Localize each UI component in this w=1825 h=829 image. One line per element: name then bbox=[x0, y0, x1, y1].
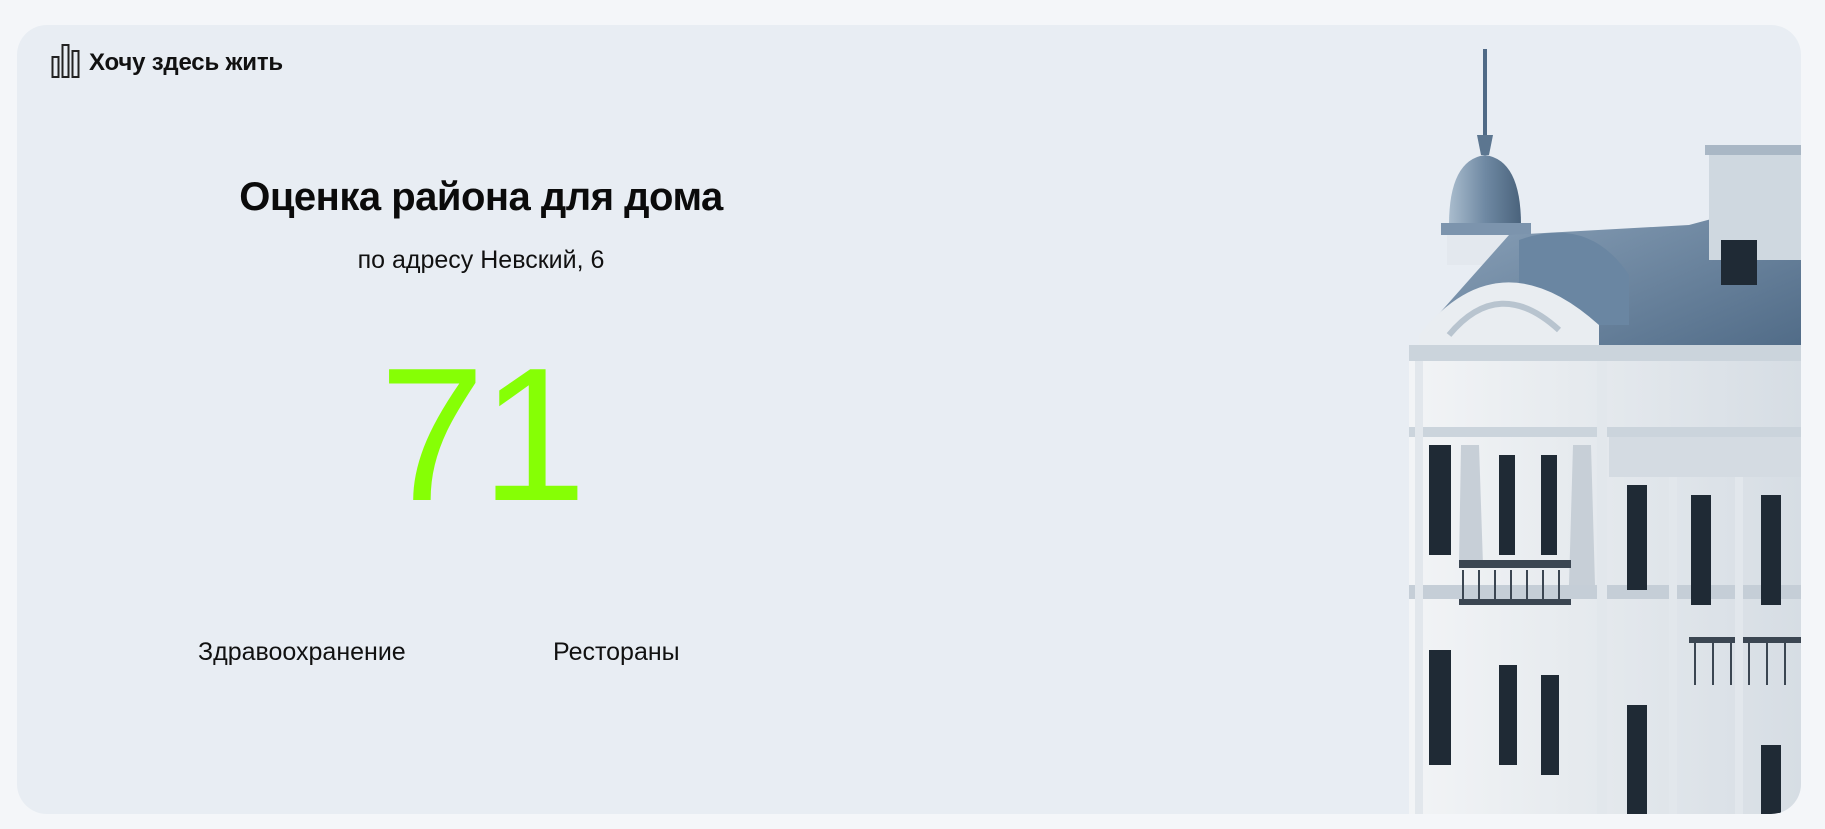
category-healthcare[interactable]: Здравоохранение bbox=[198, 637, 406, 667]
category-restaurants[interactable]: Рестораны bbox=[553, 637, 680, 667]
brand-logo[interactable]: Хочу здесь жить bbox=[51, 43, 283, 79]
building-image bbox=[1389, 25, 1801, 814]
brand-name: Хочу здесь жить bbox=[89, 49, 283, 76]
address-subtitle: по адресу Невский, 6 bbox=[357, 246, 605, 274]
page-title: Оценка района для дома bbox=[239, 175, 723, 219]
main-card: Хочу здесь жить Оценка района для дома п… bbox=[17, 25, 1801, 814]
bar-chart-icon bbox=[51, 43, 81, 79]
district-score: 71 bbox=[379, 329, 586, 541]
